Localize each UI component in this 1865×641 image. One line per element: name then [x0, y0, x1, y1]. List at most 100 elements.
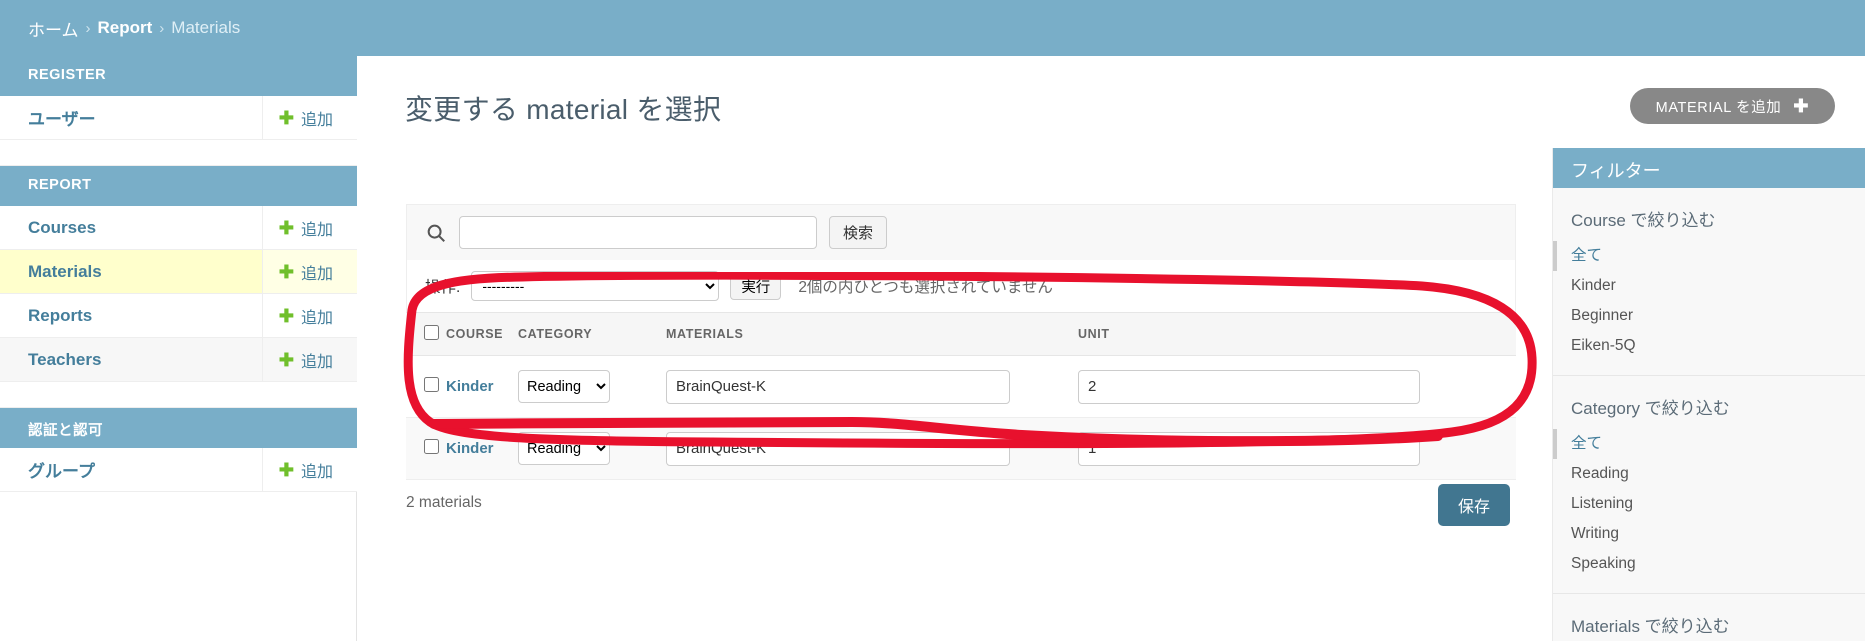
sidebar-add-teachers[interactable]: ✚ 追加 [261, 338, 357, 381]
row-category-select[interactable]: Reading [518, 370, 610, 403]
actions-go-button[interactable]: 実行 [730, 272, 782, 300]
row-category-select[interactable]: Reading [518, 432, 610, 465]
admin-page: ホーム › Report › Materials REGISTER ユーザー ✚… [0, 0, 1865, 641]
sidebar-add-label-reports[interactable]: 追加 [301, 304, 333, 328]
row-course-link[interactable]: Kinder [446, 440, 494, 457]
row-course-cell: Kinder [446, 355, 518, 418]
sidebar-item-groups[interactable]: グループ ✚ 追加 [0, 448, 357, 492]
table-header-materials[interactable]: MATERIALS [666, 312, 1078, 356]
filter-option-category-reading[interactable]: Reading [1553, 459, 1865, 489]
row-checkbox[interactable] [424, 376, 439, 392]
sidebar-add-label-groups[interactable]: 追加 [301, 458, 333, 482]
filter-group-title-category: Category で絞り込む [1571, 399, 1730, 419]
plus-icon: ✚ [278, 217, 294, 238]
filter-option-course-kinder[interactable]: Kinder [1553, 271, 1865, 301]
filter-option-course-beginner[interactable]: Beginner [1553, 301, 1865, 331]
sidebar-add-label-teachers[interactable]: 追加 [301, 348, 333, 372]
sidebar-item-teachers[interactable]: Teachers ✚ 追加 [0, 338, 357, 382]
sidebar-item-courses[interactable]: Courses ✚ 追加 [0, 206, 357, 250]
sidebar-item-reports[interactable]: Reports ✚ 追加 [0, 294, 357, 338]
search-icon [425, 222, 447, 244]
row-materials-cell [666, 417, 1078, 480]
add-material-button-label: MATERIAL を追加 [1655, 99, 1782, 116]
search-toolbar: 検索 [406, 204, 1516, 260]
select-all-checkbox[interactable] [424, 325, 439, 340]
row-unit-cell [1078, 355, 1516, 418]
results-table: COURSE CATEGORY MATERIALS UNIT Kinder Re… [406, 312, 1516, 480]
table-header-category[interactable]: CATEGORY [518, 312, 666, 356]
breadcrumb-separator-1: › [85, 19, 91, 37]
filter-option-course-all[interactable]: 全て [1553, 241, 1865, 272]
sidebar-module-report: REPORT Courses ✚ 追加 Materials ✚ 追加 Repor… [0, 166, 357, 408]
sidebar-module-register: REGISTER ユーザー ✚ 追加 [0, 56, 357, 166]
page-title: 変更する material を選択 [405, 94, 722, 125]
table-header-select-all [406, 312, 446, 356]
filter-panel: フィルター Course で絞り込む 全て Kinder Beginner Ei… [1552, 148, 1865, 641]
sidebar-module-gap-2 [0, 382, 357, 408]
sidebar-add-label-courses[interactable]: 追加 [301, 216, 333, 240]
plus-icon: ✚ [278, 261, 294, 282]
filter-option-course-eiken5q[interactable]: Eiken-5Q [1553, 331, 1865, 361]
sidebar-item-label-courses[interactable]: Courses [0, 218, 96, 238]
row-unit-input[interactable] [1078, 369, 1420, 404]
sidebar-add-materials[interactable]: ✚ 追加 [261, 250, 357, 293]
table-header-unit[interactable]: UNIT [1078, 312, 1516, 356]
breadcrumb-separator-2: › [159, 19, 165, 37]
plus-icon: ✚ [278, 305, 294, 326]
filter-option-category-speaking[interactable]: Speaking [1553, 549, 1865, 579]
row-materials-input[interactable] [666, 369, 1010, 404]
filter-option-category-all[interactable]: 全て [1553, 429, 1865, 460]
sidebar-item-label-reports[interactable]: Reports [0, 306, 92, 326]
row-category-cell: Reading [518, 355, 666, 418]
sidebar-item-label-teachers[interactable]: Teachers [0, 350, 101, 370]
save-button[interactable]: 保存 [1437, 484, 1510, 526]
table-header-row: COURSE CATEGORY MATERIALS UNIT [406, 312, 1516, 356]
row-course-link[interactable]: Kinder [446, 378, 494, 395]
actions-select[interactable]: --------- [471, 271, 720, 301]
plus-icon: ✚ [278, 349, 294, 370]
row-checkbox[interactable] [424, 438, 439, 454]
changelist-footer: 2 materials 保存 [406, 480, 1516, 550]
actions-row: 操作: --------- 実行 2個の内ひとつも選択されていません [406, 260, 1516, 312]
filter-group-title-course: Course で絞り込む [1571, 211, 1716, 230]
sidebar: REGISTER ユーザー ✚ 追加 REPORT Courses ✚ 追加 M… [0, 56, 357, 641]
sidebar-add-reports[interactable]: ✚ 追加 [261, 294, 357, 337]
sidebar-add-label-users[interactable]: 追加 [301, 106, 333, 130]
sidebar-item-label-groups[interactable]: グループ [0, 457, 95, 482]
filter-option-category-writing[interactable]: Writing [1553, 519, 1865, 549]
table-header-course[interactable]: COURSE [446, 312, 518, 356]
sidebar-add-courses[interactable]: ✚ 追加 [261, 206, 357, 249]
sidebar-add-groups[interactable]: ✚ 追加 [261, 448, 357, 491]
sidebar-item-users[interactable]: ユーザー ✚ 追加 [0, 96, 357, 140]
breadcrumb-home[interactable]: ホーム [28, 16, 79, 41]
row-select-cell [406, 355, 446, 418]
row-unit-cell [1078, 417, 1516, 480]
row-select-cell [406, 417, 446, 480]
result-count: 2 materials [406, 494, 482, 511]
actions-label: 操作: [425, 279, 461, 296]
sidebar-item-materials[interactable]: Materials ✚ 追加 [0, 250, 357, 294]
row-materials-cell [666, 355, 1078, 418]
breadcrumb-report[interactable]: Report [98, 18, 153, 38]
table-row: Kinder Reading [406, 417, 1516, 480]
plus-icon: ✚ [1793, 95, 1809, 116]
search-input[interactable] [459, 216, 817, 249]
filter-group-materials: Materials で絞り込む 全て [1553, 594, 1865, 641]
filter-group-title-materials: Materials で絞り込む [1571, 617, 1730, 637]
add-material-button[interactable]: MATERIAL を追加 ✚ [1629, 88, 1835, 124]
sidebar-item-label-materials[interactable]: Materials [0, 262, 102, 282]
sidebar-add-label-materials[interactable]: 追加 [301, 260, 333, 284]
breadcrumb: ホーム › Report › Materials [0, 0, 1865, 56]
breadcrumb-current: Materials [171, 18, 241, 37]
row-materials-input[interactable] [666, 431, 1010, 466]
sidebar-module-title-auth: 認証と認可 [0, 408, 357, 448]
row-unit-input[interactable] [1078, 431, 1420, 466]
table-row: Kinder Reading [406, 355, 1516, 418]
sidebar-item-label-users[interactable]: ユーザー [0, 105, 96, 130]
filter-option-category-listening[interactable]: Listening [1553, 489, 1865, 519]
sidebar-add-users[interactable]: ✚ 追加 [261, 96, 357, 139]
sidebar-module-title-report: REPORT [0, 166, 357, 206]
search-button[interactable]: 検索 [829, 216, 888, 249]
plus-icon: ✚ [278, 459, 294, 480]
plus-icon: ✚ [278, 107, 294, 128]
